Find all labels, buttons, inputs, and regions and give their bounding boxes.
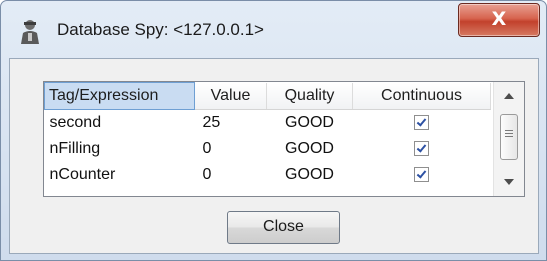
grip-icon (505, 130, 513, 139)
continuous-cell (353, 136, 491, 162)
continuous-checkbox[interactable] (414, 115, 429, 131)
database-spy-window: Database Spy: <127.0.0.1> X Tag/Expressi… (0, 0, 547, 261)
continuous-cell (353, 162, 491, 188)
column-header-quality[interactable]: Quality (266, 82, 353, 110)
scroll-up-arrow-icon[interactable] (504, 93, 514, 99)
table-row[interactable]: second 25 GOOD (45, 110, 491, 137)
tag-table: Tag/Expression Value Quality Continuous … (43, 81, 525, 197)
dialog-body: Tag/Expression Value Quality Continuous … (9, 58, 539, 254)
quality-cell: GOOD (285, 166, 334, 183)
user-icon (21, 20, 39, 44)
continuous-checkbox[interactable] (414, 141, 429, 157)
column-header-value[interactable]: Value (194, 82, 267, 110)
window-close-button[interactable]: X (458, 3, 540, 37)
tag-cell[interactable]: nCounter (45, 162, 195, 188)
table-row[interactable]: nCounter 0 GOOD (45, 162, 491, 188)
value-cell[interactable]: 0 (195, 162, 267, 188)
scroll-thumb[interactable] (500, 114, 518, 160)
quality-cell: GOOD (285, 114, 334, 131)
vertical-scrollbar[interactable] (493, 82, 524, 196)
continuous-checkbox[interactable] (414, 167, 429, 183)
table-row[interactable]: nFilling 0 GOOD (45, 136, 491, 162)
column-header-tag[interactable]: Tag/Expression (44, 82, 195, 110)
column-header-continuous[interactable]: Continuous (352, 82, 491, 110)
scroll-down-arrow-icon[interactable] (504, 179, 514, 185)
quality-cell: GOOD (285, 140, 334, 157)
tag-cell[interactable]: second (45, 110, 195, 137)
window-title: Database Spy: <127.0.0.1> (57, 20, 264, 39)
continuous-cell (353, 110, 491, 137)
tag-cell[interactable]: nFilling (45, 136, 195, 162)
title-bar[interactable]: Database Spy: <127.0.0.1> X (1, 1, 546, 59)
close-button[interactable]: Close (227, 211, 340, 244)
table-header-row: Tag/Expression Value Quality Continuous (44, 82, 491, 110)
value-cell[interactable]: 0 (195, 136, 267, 162)
value-cell[interactable]: 25 (195, 110, 267, 137)
